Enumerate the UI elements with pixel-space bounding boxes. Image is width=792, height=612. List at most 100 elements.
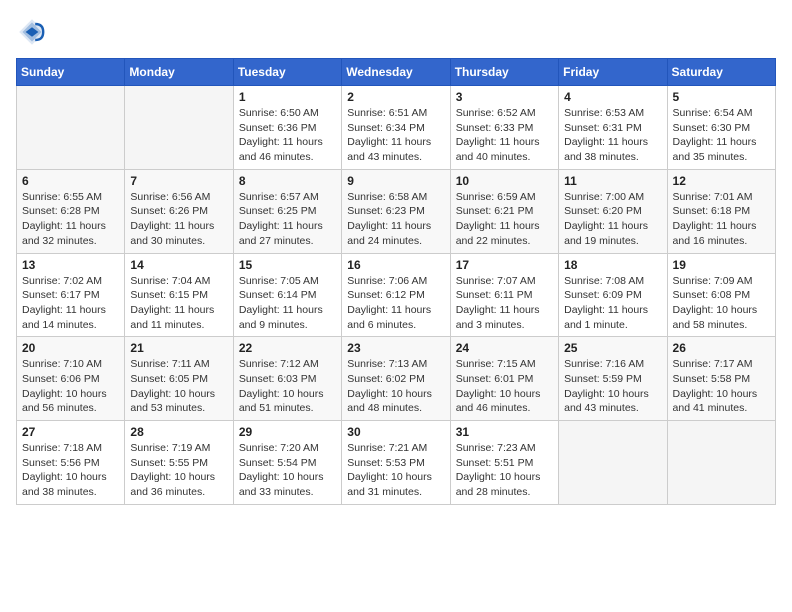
day-info: Sunrise: 7:02 AM Sunset: 6:17 PM Dayligh… xyxy=(22,274,119,333)
day-info: Sunrise: 7:05 AM Sunset: 6:14 PM Dayligh… xyxy=(239,274,336,333)
day-info: Sunrise: 7:18 AM Sunset: 5:56 PM Dayligh… xyxy=(22,441,119,500)
calendar-cell: 20 Sunrise: 7:10 AM Sunset: 6:06 PM Dayli… xyxy=(17,337,125,421)
day-info: Sunrise: 7:10 AM Sunset: 6:06 PM Dayligh… xyxy=(22,357,119,416)
week-row-2: 6 Sunrise: 6:55 AM Sunset: 6:28 PM Daylig… xyxy=(17,169,776,253)
calendar-cell: 25Sunrise: 7:16 AM Sunset: 5:59 PM Dayli… xyxy=(559,337,667,421)
day-number: 7 xyxy=(130,174,227,188)
week-row-5: 27Sunrise: 7:18 AM Sunset: 5:56 PM Dayli… xyxy=(17,421,776,505)
day-info: Sunrise: 6:59 AM Sunset: 6:21 PM Dayligh… xyxy=(456,190,553,249)
calendar-cell xyxy=(559,421,667,505)
weekday-header-wednesday: Wednesday xyxy=(342,59,450,86)
day-number: 20 xyxy=(22,341,119,355)
day-info: Sunrise: 7:12 AM Sunset: 6:03 PM Dayligh… xyxy=(239,357,336,416)
day-number: 9 xyxy=(347,174,444,188)
page-header xyxy=(16,16,776,48)
day-info: Sunrise: 6:50 AM Sunset: 6:36 PM Dayligh… xyxy=(239,106,336,165)
day-info: Sunrise: 6:53 AM Sunset: 6:31 PM Dayligh… xyxy=(564,106,661,165)
day-info: Sunrise: 7:13 AM Sunset: 6:02 PM Dayligh… xyxy=(347,357,444,416)
day-number: 12 xyxy=(673,174,770,188)
day-info: Sunrise: 7:04 AM Sunset: 6:15 PM Dayligh… xyxy=(130,274,227,333)
calendar-cell: 26 Sunrise: 7:17 AM Sunset: 5:58 PM Dayli… xyxy=(667,337,775,421)
calendar-cell: 1 Sunrise: 6:50 AM Sunset: 6:36 PM Daylig… xyxy=(233,86,341,170)
day-number: 6 xyxy=(22,174,119,188)
day-info: Sunrise: 6:54 AM Sunset: 6:30 PM Dayligh… xyxy=(673,106,770,165)
calendar-cell: 24 Sunrise: 7:15 AM Sunset: 6:01 PM Dayli… xyxy=(450,337,558,421)
calendar-cell: 27Sunrise: 7:18 AM Sunset: 5:56 PM Dayli… xyxy=(17,421,125,505)
day-number: 11 xyxy=(564,174,661,188)
calendar-cell: 4Sunrise: 6:53 AM Sunset: 6:31 PM Daylig… xyxy=(559,86,667,170)
weekday-header-sunday: Sunday xyxy=(17,59,125,86)
day-info: Sunrise: 7:20 AM Sunset: 5:54 PM Dayligh… xyxy=(239,441,336,500)
weekday-header-monday: Monday xyxy=(125,59,233,86)
calendar-cell: 5 Sunrise: 6:54 AM Sunset: 6:30 PM Daylig… xyxy=(667,86,775,170)
day-info: Sunrise: 7:17 AM Sunset: 5:58 PM Dayligh… xyxy=(673,357,770,416)
day-info: Sunrise: 6:52 AM Sunset: 6:33 PM Dayligh… xyxy=(456,106,553,165)
day-info: Sunrise: 6:55 AM Sunset: 6:28 PM Dayligh… xyxy=(22,190,119,249)
day-number: 3 xyxy=(456,90,553,104)
weekday-header-tuesday: Tuesday xyxy=(233,59,341,86)
calendar-cell: 21 Sunrise: 7:11 AM Sunset: 6:05 PM Dayli… xyxy=(125,337,233,421)
calendar-cell: 6 Sunrise: 6:55 AM Sunset: 6:28 PM Daylig… xyxy=(17,169,125,253)
calendar-cell: 29Sunrise: 7:20 AM Sunset: 5:54 PM Dayli… xyxy=(233,421,341,505)
day-number: 14 xyxy=(130,258,227,272)
weekday-header-row: SundayMondayTuesdayWednesdayThursdayFrid… xyxy=(17,59,776,86)
day-info: Sunrise: 6:56 AM Sunset: 6:26 PM Dayligh… xyxy=(130,190,227,249)
calendar-cell: 2 Sunrise: 6:51 AM Sunset: 6:34 PM Daylig… xyxy=(342,86,450,170)
calendar-cell: 8 Sunrise: 6:57 AM Sunset: 6:25 PM Daylig… xyxy=(233,169,341,253)
logo-icon xyxy=(16,16,48,48)
day-number: 15 xyxy=(239,258,336,272)
calendar-table: SundayMondayTuesdayWednesdayThursdayFrid… xyxy=(16,58,776,505)
calendar-cell xyxy=(17,86,125,170)
calendar-cell: 31 Sunrise: 7:23 AM Sunset: 5:51 PM Dayli… xyxy=(450,421,558,505)
day-number: 5 xyxy=(673,90,770,104)
day-info: Sunrise: 7:08 AM Sunset: 6:09 PM Dayligh… xyxy=(564,274,661,333)
day-info: Sunrise: 7:21 AM Sunset: 5:53 PM Dayligh… xyxy=(347,441,444,500)
day-number: 26 xyxy=(673,341,770,355)
calendar-cell: 16Sunrise: 7:06 AM Sunset: 6:12 PM Dayli… xyxy=(342,253,450,337)
weekday-header-friday: Friday xyxy=(559,59,667,86)
day-number: 31 xyxy=(456,425,553,439)
calendar-cell: 19Sunrise: 7:09 AM Sunset: 6:08 PM Dayli… xyxy=(667,253,775,337)
day-number: 24 xyxy=(456,341,553,355)
day-number: 16 xyxy=(347,258,444,272)
day-number: 23 xyxy=(347,341,444,355)
calendar-cell xyxy=(125,86,233,170)
calendar-cell: 12 Sunrise: 7:01 AM Sunset: 6:18 PM Dayli… xyxy=(667,169,775,253)
calendar-cell: 9 Sunrise: 6:58 AM Sunset: 6:23 PM Daylig… xyxy=(342,169,450,253)
day-info: Sunrise: 7:07 AM Sunset: 6:11 PM Dayligh… xyxy=(456,274,553,333)
calendar-cell: 18 Sunrise: 7:08 AM Sunset: 6:09 PM Dayli… xyxy=(559,253,667,337)
day-number: 21 xyxy=(130,341,227,355)
day-info: Sunrise: 6:51 AM Sunset: 6:34 PM Dayligh… xyxy=(347,106,444,165)
day-info: Sunrise: 7:16 AM Sunset: 5:59 PM Dayligh… xyxy=(564,357,661,416)
day-number: 13 xyxy=(22,258,119,272)
day-number: 19 xyxy=(673,258,770,272)
day-info: Sunrise: 7:01 AM Sunset: 6:18 PM Dayligh… xyxy=(673,190,770,249)
day-number: 10 xyxy=(456,174,553,188)
weekday-header-saturday: Saturday xyxy=(667,59,775,86)
calendar-cell: 13 Sunrise: 7:02 AM Sunset: 6:17 PM Dayli… xyxy=(17,253,125,337)
day-info: Sunrise: 7:11 AM Sunset: 6:05 PM Dayligh… xyxy=(130,357,227,416)
calendar-cell xyxy=(667,421,775,505)
calendar-cell: 17 Sunrise: 7:07 AM Sunset: 6:11 PM Dayli… xyxy=(450,253,558,337)
day-info: Sunrise: 7:23 AM Sunset: 5:51 PM Dayligh… xyxy=(456,441,553,500)
weekday-header-thursday: Thursday xyxy=(450,59,558,86)
day-number: 28 xyxy=(130,425,227,439)
day-number: 1 xyxy=(239,90,336,104)
calendar-cell: 10 Sunrise: 6:59 AM Sunset: 6:21 PM Dayli… xyxy=(450,169,558,253)
calendar-cell: 7 Sunrise: 6:56 AM Sunset: 6:26 PM Daylig… xyxy=(125,169,233,253)
week-row-3: 13 Sunrise: 7:02 AM Sunset: 6:17 PM Dayli… xyxy=(17,253,776,337)
day-number: 18 xyxy=(564,258,661,272)
calendar-cell: 3 Sunrise: 6:52 AM Sunset: 6:33 PM Daylig… xyxy=(450,86,558,170)
calendar-cell: 11Sunrise: 7:00 AM Sunset: 6:20 PM Dayli… xyxy=(559,169,667,253)
week-row-4: 20 Sunrise: 7:10 AM Sunset: 6:06 PM Dayli… xyxy=(17,337,776,421)
week-row-1: 1 Sunrise: 6:50 AM Sunset: 6:36 PM Daylig… xyxy=(17,86,776,170)
day-info: Sunrise: 6:58 AM Sunset: 6:23 PM Dayligh… xyxy=(347,190,444,249)
day-number: 17 xyxy=(456,258,553,272)
day-number: 8 xyxy=(239,174,336,188)
day-number: 2 xyxy=(347,90,444,104)
calendar-cell: 30Sunrise: 7:21 AM Sunset: 5:53 PM Dayli… xyxy=(342,421,450,505)
calendar-cell: 22Sunrise: 7:12 AM Sunset: 6:03 PM Dayli… xyxy=(233,337,341,421)
day-info: Sunrise: 7:19 AM Sunset: 5:55 PM Dayligh… xyxy=(130,441,227,500)
day-info: Sunrise: 6:57 AM Sunset: 6:25 PM Dayligh… xyxy=(239,190,336,249)
day-info: Sunrise: 7:15 AM Sunset: 6:01 PM Dayligh… xyxy=(456,357,553,416)
